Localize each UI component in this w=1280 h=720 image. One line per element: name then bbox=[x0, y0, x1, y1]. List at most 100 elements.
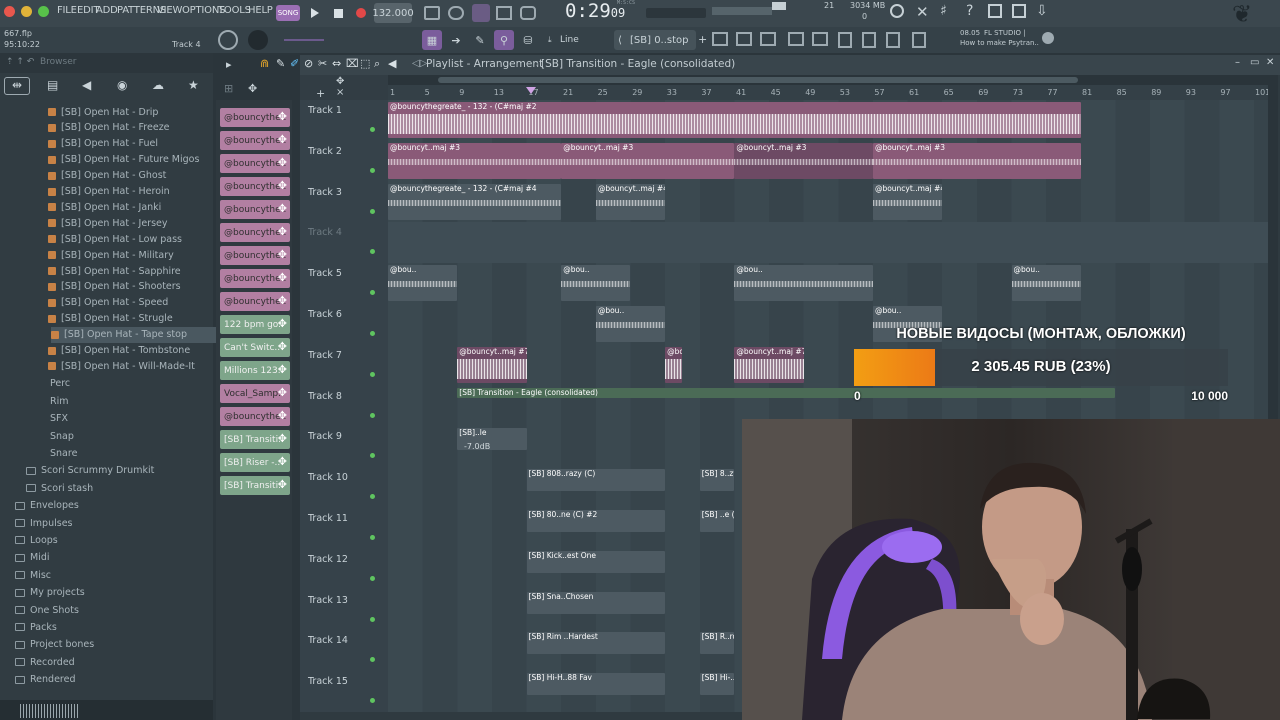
browser-file-item[interactable]: [SB] Open Hat - Fuel bbox=[48, 136, 158, 152]
browser-plugin-icon[interactable]: ◉ bbox=[117, 78, 127, 92]
zoom-icon[interactable]: ⌕ bbox=[374, 57, 380, 71]
track-header[interactable]: Track 11 bbox=[300, 508, 388, 549]
audio-clip[interactable]: [SB] Hi-..Fav bbox=[699, 673, 735, 696]
browser-subfolder[interactable]: Snap bbox=[50, 428, 74, 444]
pitch-slider[interactable] bbox=[284, 39, 324, 41]
zoom-tracks-icon[interactable]: ✥ bbox=[336, 76, 344, 87]
loop-record-icon[interactable] bbox=[448, 6, 464, 20]
playhead-marker[interactable] bbox=[526, 87, 536, 94]
horizontal-scrollbar[interactable] bbox=[388, 75, 1268, 85]
track-header[interactable]: Track 9 bbox=[300, 426, 388, 468]
clip-source-icon[interactable]: ⊞ bbox=[224, 82, 233, 95]
snap-select[interactable]: ⤓ Line bbox=[546, 30, 606, 50]
browser-all-tab[interactable]: ⇹ bbox=[4, 77, 30, 95]
browser-folder[interactable]: Loops bbox=[15, 532, 58, 548]
track-mute-led[interactable] bbox=[370, 331, 375, 336]
song-position[interactable]: 0:2909 M:S:CS bbox=[565, 0, 645, 26]
clip-drag-icon[interactable]: ✥ bbox=[278, 110, 287, 123]
track-mute-led[interactable] bbox=[370, 127, 375, 132]
help-icon[interactable]: ? bbox=[966, 3, 973, 19]
track-mute-led[interactable] bbox=[370, 453, 375, 459]
step-edit-icon[interactable] bbox=[472, 4, 490, 22]
track-lane[interactable]: @bouncythegreate_ - 132 - (C#maj #4 @boun… bbox=[388, 181, 1268, 223]
track-mute-led[interactable] bbox=[370, 371, 375, 377]
audio-clip[interactable]: [SB] Hi-H..88 Fav bbox=[526, 673, 666, 696]
piano-roll-button[interactable]: ▦ bbox=[422, 30, 442, 50]
audio-clip[interactable]: @bouncyt..maj #3 bbox=[561, 142, 735, 179]
clip-source-item[interactable]: @bouncythe.. ✥ bbox=[220, 246, 290, 265]
browser-folder[interactable]: Scori Scrummy Drumkit bbox=[26, 463, 154, 479]
delete-icon[interactable]: ⊘ bbox=[304, 57, 313, 70]
clip-drag-icon[interactable]: ✥ bbox=[278, 225, 287, 238]
audio-clip[interactable]: @bou.. bbox=[595, 306, 666, 342]
clip-drag-icon[interactable]: ✥ bbox=[278, 340, 287, 353]
clip-drag-icon[interactable]: ✥ bbox=[278, 133, 287, 146]
browser-file-item[interactable]: [SB] Open Hat - Drip bbox=[48, 104, 158, 120]
browser-file-item[interactable]: [SB] Open Hat - Tape stop bbox=[51, 326, 216, 343]
audio-clip[interactable]: @bouncyt..maj #7 bbox=[665, 346, 683, 383]
metronome-icon[interactable] bbox=[424, 6, 440, 20]
audio-clip[interactable]: [SB] Kick..est One bbox=[526, 550, 666, 573]
clip-source-item[interactable]: Can't Switc.. ✥ bbox=[220, 338, 290, 357]
browser-file-item[interactable]: [SB] Open Hat - Will-Made-It bbox=[48, 358, 195, 374]
track-header[interactable]: Track 2 bbox=[300, 140, 388, 182]
browser-folder[interactable]: Misc bbox=[15, 567, 51, 583]
download-icon[interactable]: ⇩ bbox=[1036, 3, 1048, 19]
song-mode-toggle[interactable]: SONG bbox=[276, 5, 300, 21]
track-mute-led[interactable] bbox=[370, 698, 375, 704]
step-seq-view-icon[interactable] bbox=[736, 32, 752, 46]
browser-file-item[interactable]: [SB] Open Hat - Military bbox=[48, 247, 174, 263]
magnet-icon[interactable]: ⋒ bbox=[260, 57, 269, 70]
browser-file-item[interactable]: [SB] Open Hat - Janki bbox=[48, 199, 161, 215]
news-panel[interactable]: 08.05 FL STUDIO | How to make Psytran.. bbox=[958, 28, 1054, 52]
track-lane[interactable]: @bouncyt..maj #3 @bouncyt..maj #3 @bouncyt… bbox=[388, 140, 1268, 182]
clip-source-item[interactable]: @bouncythe.. ✥ bbox=[220, 223, 290, 242]
track-header[interactable]: Track 13 bbox=[300, 589, 388, 631]
clip-source-item[interactable]: @bouncythe.. ✥ bbox=[220, 269, 290, 288]
clip-source-item[interactable]: Vocal_Samp.. ✥ bbox=[220, 384, 290, 403]
track-header[interactable]: Track 4 bbox=[300, 222, 388, 264]
brush-tool[interactable]: ✎ bbox=[470, 30, 490, 50]
add-pattern-icon[interactable]: + bbox=[698, 33, 707, 46]
playlist-arrow-icon[interactable]: ▸ bbox=[226, 58, 232, 71]
minimize-window-icon[interactable] bbox=[21, 6, 32, 17]
audio-clip[interactable]: @bouncyt..maj #3 bbox=[388, 142, 562, 179]
browser-files-icon[interactable]: ▤ bbox=[47, 78, 58, 92]
clip-source-item[interactable]: 122 bpm go.. ✥ bbox=[220, 315, 290, 334]
track-mute-led[interactable] bbox=[370, 208, 375, 214]
track-mute-led[interactable] bbox=[370, 412, 375, 418]
menu-add[interactable]: ADD bbox=[96, 5, 118, 16]
browser-file-item[interactable]: [SB] Open Hat - Heroin bbox=[48, 184, 170, 200]
browser-folder[interactable]: Scori stash bbox=[26, 480, 93, 496]
track-header[interactable]: Track 3 bbox=[300, 181, 388, 223]
audio-clip[interactable]: @bou.. bbox=[388, 265, 458, 302]
blend-notes-icon[interactable] bbox=[496, 6, 512, 20]
browser-star-icon[interactable]: ★ bbox=[188, 78, 199, 92]
track-header[interactable]: Track 5 bbox=[300, 263, 388, 305]
plugin-icon[interactable] bbox=[1012, 4, 1026, 18]
browser-file-item[interactable]: [SB] Open Hat - Freeze bbox=[48, 120, 170, 136]
draw-icon[interactable]: ✎ bbox=[276, 57, 285, 70]
clip-source-item[interactable]: @bouncythe.. ✥ bbox=[220, 131, 290, 150]
piano-roll-view-icon[interactable] bbox=[760, 32, 776, 46]
track-mute-led[interactable] bbox=[370, 616, 375, 622]
browser-subfolder[interactable]: Snare bbox=[50, 445, 77, 461]
play-button[interactable] bbox=[305, 3, 325, 23]
mute-icon[interactable]: ✂ bbox=[318, 57, 327, 70]
audio-clip[interactable]: @bouncythegreate_ - 132 - (C#maj #4 bbox=[388, 183, 562, 220]
clip-source-item[interactable]: @bouncythe.. ✥ bbox=[220, 407, 290, 426]
timeline-ruler[interactable]: 1 5 9 13 17 21 25 29 33 37 41 45 49 53 57 61 65 69 73 77 81 8… bbox=[388, 85, 1270, 101]
touch-controller-icon[interactable] bbox=[886, 32, 900, 48]
clip-drag-icon[interactable]: ✥ bbox=[278, 202, 287, 215]
browser-view-icon[interactable] bbox=[838, 32, 852, 48]
track-lane[interactable]: @bou.. @bou.. @bou.. @bou.. bbox=[388, 263, 1268, 305]
browser-folder[interactable]: Envelopes bbox=[15, 498, 79, 514]
clip-drag-icon[interactable]: ✥ bbox=[278, 409, 287, 422]
browser-subfolder[interactable]: Perc bbox=[50, 376, 70, 392]
browser-cloud-icon[interactable]: ☁ bbox=[152, 78, 164, 92]
menu-file[interactable]: FILE bbox=[57, 5, 77, 16]
browser-file-item[interactable]: [SB] Open Hat - Strugle bbox=[48, 311, 173, 327]
clip-source-item[interactable]: [SB] Transiti.. ✥ bbox=[220, 430, 290, 449]
scrollbar-thumb[interactable] bbox=[438, 77, 1078, 83]
browser-speaker-icon[interactable]: ◀ bbox=[82, 78, 91, 92]
